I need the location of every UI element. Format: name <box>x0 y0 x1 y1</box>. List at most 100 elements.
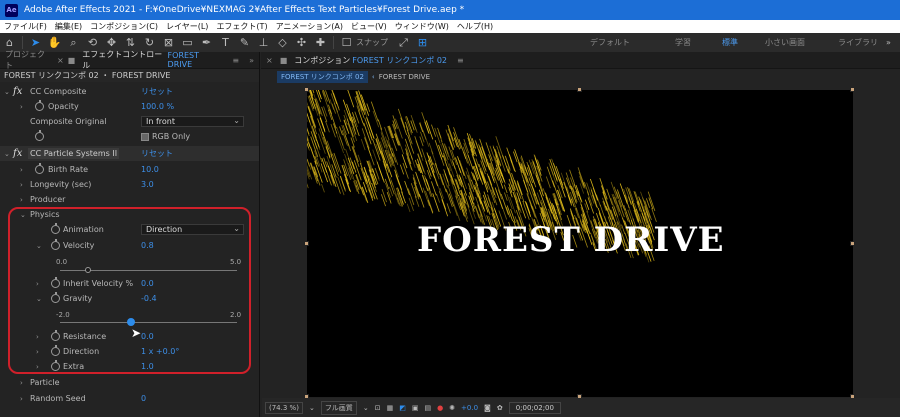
snap-grid-icon[interactable]: ⊞ <box>413 33 432 52</box>
particle-strand <box>514 149 522 169</box>
expand-triangle-icon[interactable]: › <box>20 103 23 111</box>
show-snapshot-icon[interactable]: ✿ <box>497 404 503 412</box>
collapse-triangle-icon[interactable]: ⌄ <box>4 150 10 158</box>
close-icon[interactable]: × <box>261 52 278 69</box>
composition-viewer[interactable]: FOREST DRIVE <box>307 90 853 397</box>
particle-strand <box>444 173 450 187</box>
tab-effect-controls[interactable]: エフェクトコントロール FOREST DRIVE <box>77 50 227 70</box>
workspace-standard[interactable]: 標準 <box>722 33 738 52</box>
breadcrumb-comp-02[interactable]: FOREST リンクコンポ 02 <box>277 71 368 83</box>
panel-menu-icon[interactable]: ≡ <box>452 52 469 69</box>
mask-visibility-icon[interactable]: ◩ <box>399 404 406 412</box>
opacity-value[interactable]: 100.0 % <box>141 102 174 111</box>
tab-project[interactable]: プロジェクト <box>0 50 55 70</box>
birth-rate-value[interactable]: 10.0 <box>141 165 159 174</box>
snap-options-icon[interactable]: ⤢ <box>394 33 413 52</box>
collapse-triangle-icon[interactable]: ⌄ <box>4 88 10 96</box>
stopwatch-icon[interactable] <box>35 100 44 111</box>
composite-original-dropdown[interactable]: In front ⌄ <box>141 116 244 127</box>
cc-composite-reset[interactable]: リセット <box>141 86 173 97</box>
expand-triangle-icon[interactable]: › <box>20 395 23 403</box>
particle-strand <box>499 168 505 182</box>
close-icon[interactable]: × <box>55 52 66 69</box>
brush-tool-icon[interactable]: ✎ <box>235 33 254 52</box>
workspace-learn[interactable]: 学習 <box>675 33 691 52</box>
snapshot-icon[interactable]: ◙ <box>484 404 491 412</box>
particle-strand <box>559 198 565 213</box>
menu-file[interactable]: ファイル(F) <box>4 21 47 32</box>
channel-icon[interactable]: ▤ <box>424 404 431 412</box>
transparency-grid-icon[interactable]: ▦ <box>387 404 394 412</box>
menu-effect[interactable]: エフェクト(T) <box>216 21 267 32</box>
transform-handle[interactable] <box>304 87 309 92</box>
cc-particle-reset[interactable]: リセット <box>141 148 173 159</box>
cc-particle-systems-name[interactable]: CC Particle Systems II <box>28 148 120 159</box>
workspace-default[interactable]: デフォルト <box>590 33 630 52</box>
resolution-dropdown[interactable]: フル画質 <box>320 400 357 415</box>
expand-triangle-icon[interactable]: › <box>20 181 23 189</box>
fx-icon[interactable]: fx <box>13 148 22 159</box>
particle-strand <box>595 194 601 207</box>
particle-strand <box>513 151 518 163</box>
menu-help[interactable]: ヘルプ(H) <box>457 21 493 32</box>
longevity-value[interactable]: 3.0 <box>141 180 154 189</box>
particle-strand <box>333 152 342 174</box>
workspace-more-button[interactable]: » <box>886 33 891 52</box>
chevron-down-icon[interactable]: ⌄ <box>363 404 369 412</box>
workspace-library[interactable]: ライブラリ <box>838 33 878 52</box>
workspace-small-screen[interactable]: 小さい画面 <box>765 33 805 52</box>
zoom-dropdown[interactable]: (74.3 %) <box>265 401 303 414</box>
particle-strand <box>445 129 453 147</box>
expand-triangle-icon[interactable]: › <box>20 196 23 204</box>
stopwatch-icon[interactable] <box>35 163 44 174</box>
snap-checkbox-icon[interactable]: ☐ <box>337 33 356 52</box>
particle-strand <box>516 180 523 196</box>
rgb-only-checkbox[interactable] <box>141 132 149 141</box>
expand-triangle-icon[interactable]: › <box>20 166 23 174</box>
menu-window[interactable]: ウィンドウ(W) <box>395 21 449 32</box>
rectangle-tool-icon[interactable]: ▭ <box>178 33 197 52</box>
menu-composition[interactable]: コンポジション(C) <box>90 21 158 32</box>
particle-strand <box>494 210 499 220</box>
panel-expand-icon[interactable]: » <box>244 52 259 69</box>
eraser-tool-icon[interactable]: ◇ <box>273 33 292 52</box>
transform-handle[interactable] <box>850 241 855 246</box>
expand-triangle-icon[interactable]: › <box>20 379 23 387</box>
type-tool-icon[interactable]: T <box>216 33 235 52</box>
timecode[interactable]: 0;00;02;00 <box>508 401 561 414</box>
panel-tabs: プロジェクト × ■ エフェクトコントロール FOREST DRIVE ≡ » <box>0 50 259 70</box>
menu-layer[interactable]: レイヤー(L) <box>166 21 208 32</box>
composite-original-value: In front <box>146 117 176 126</box>
puppet-pin-icon[interactable]: ✚ <box>311 33 330 52</box>
fx-icon[interactable]: fx <box>13 86 22 97</box>
particle-strand <box>507 166 515 185</box>
clone-stamp-icon[interactable]: ⊥ <box>254 33 273 52</box>
pen-tool-icon[interactable]: ✒ <box>197 33 216 52</box>
menu-animation[interactable]: アニメーション(A) <box>276 21 343 32</box>
color-management-icon[interactable]: ✺ <box>449 404 455 412</box>
breadcrumb-forest-drive[interactable]: FOREST DRIVE <box>379 73 430 81</box>
roto-brush-icon[interactable]: ✣ <box>292 33 311 52</box>
particle-strand <box>329 99 335 110</box>
random-seed-value[interactable]: 0 <box>141 394 146 403</box>
particle-strand <box>504 192 508 201</box>
menu-view[interactable]: ビュー(V) <box>351 21 387 32</box>
menu-edit[interactable]: 編集(E) <box>55 21 82 32</box>
panel-menu-icon[interactable]: ≡ <box>227 52 244 69</box>
transform-handle[interactable] <box>577 87 582 92</box>
chevron-down-icon[interactable]: ⌄ <box>309 404 315 412</box>
region-of-interest-icon[interactable]: ⊡ <box>375 404 381 412</box>
lock-icon[interactable]: ■ <box>278 52 290 69</box>
particle-strand <box>586 191 593 206</box>
particle-strand <box>545 176 551 189</box>
color-channels-icon[interactable]: ● <box>437 404 443 412</box>
lock-icon[interactable]: ■ <box>66 52 78 69</box>
exposure-value[interactable]: +0.0 <box>461 404 478 412</box>
tab-composition[interactable]: コンポジション FOREST リンクコンポ 02 <box>289 52 452 69</box>
guides-icon[interactable]: ▣ <box>412 404 419 412</box>
transform-handle[interactable] <box>304 241 309 246</box>
stopwatch-icon[interactable] <box>35 130 44 141</box>
transform-handle[interactable] <box>850 87 855 92</box>
zoom-tool-icon[interactable]: ⌕ <box>64 33 83 52</box>
particle-strand <box>392 138 398 152</box>
